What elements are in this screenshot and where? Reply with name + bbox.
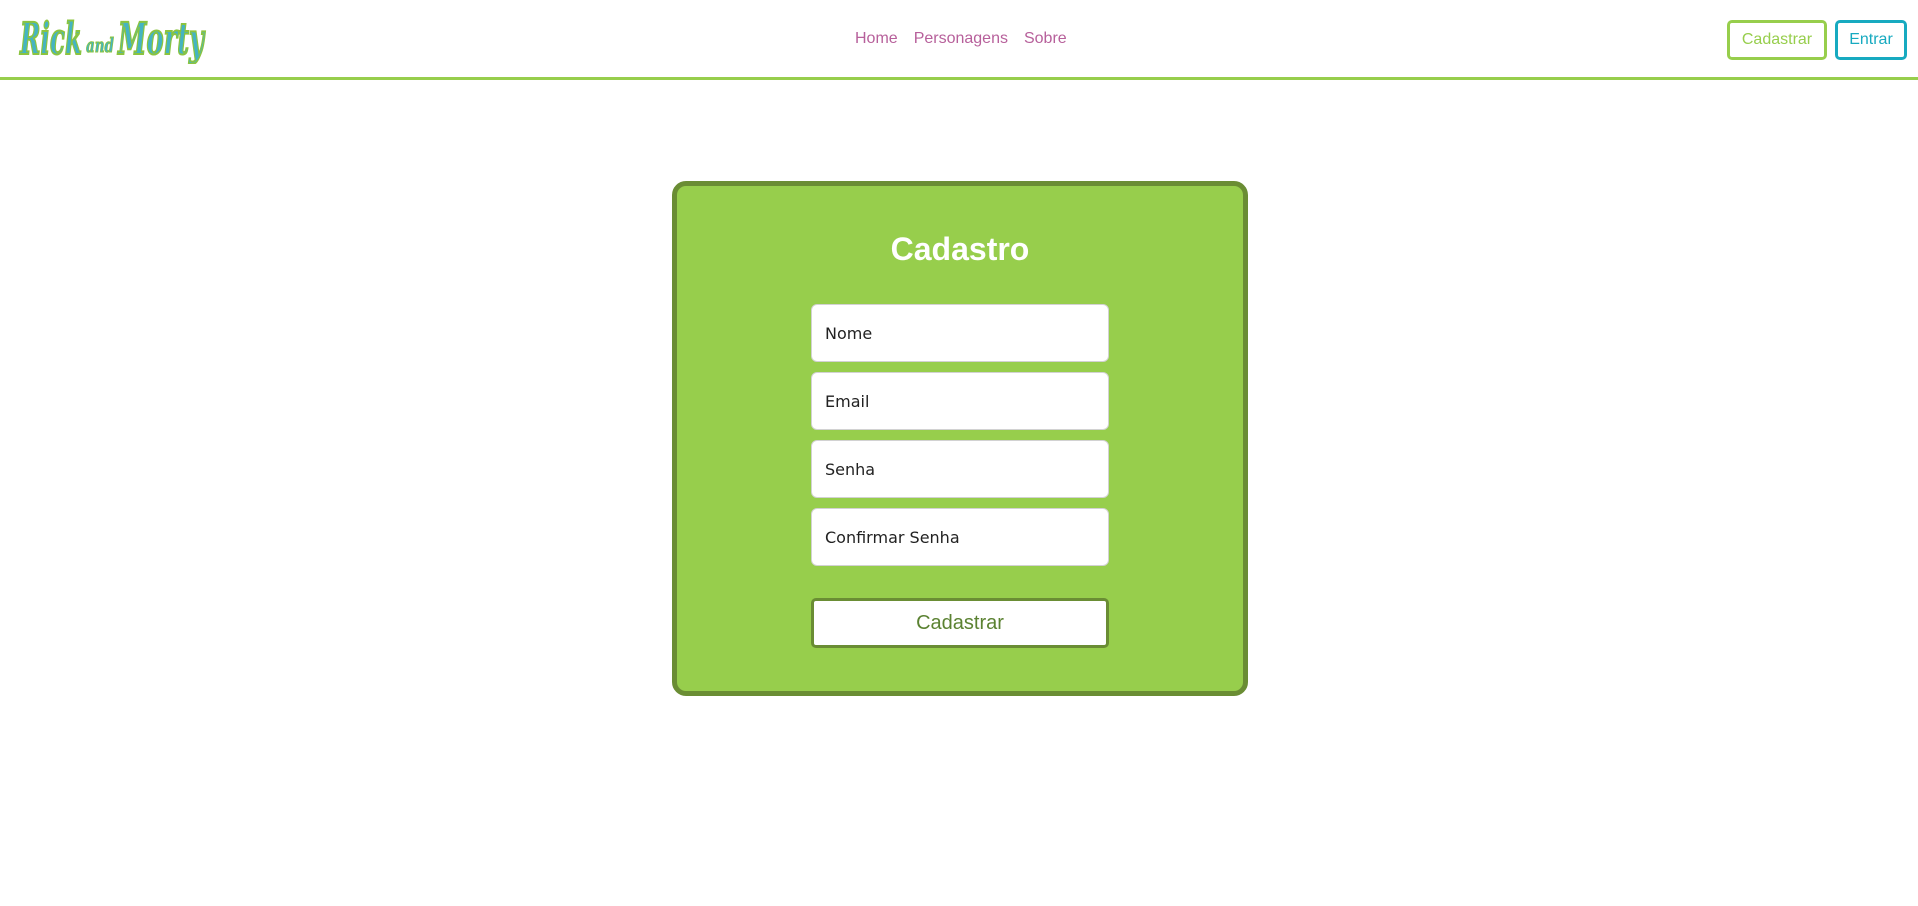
signup-button[interactable]: Cadastrar bbox=[1727, 20, 1827, 60]
nav-link-personagens[interactable]: Personagens bbox=[914, 30, 1008, 48]
submit-signup-button[interactable]: Cadastrar bbox=[811, 598, 1109, 648]
confirm-password-field[interactable] bbox=[811, 508, 1109, 566]
rick-and-morty-logo[interactable]: Rick and Morty bbox=[18, 6, 208, 64]
nav-link-sobre[interactable]: Sobre bbox=[1024, 30, 1067, 48]
signup-card: Cadastro Cadastrar bbox=[672, 181, 1248, 696]
nav-link-home[interactable]: Home bbox=[855, 30, 898, 48]
email-field[interactable] bbox=[811, 372, 1109, 430]
login-button[interactable]: Entrar bbox=[1835, 20, 1907, 60]
top-navbar: Rick and Morty Home Personagens Sobre Ca… bbox=[0, 0, 1918, 80]
svg-text:Morty: Morty bbox=[117, 14, 206, 64]
form-title: Cadastro bbox=[890, 231, 1030, 267]
password-field[interactable] bbox=[811, 440, 1109, 498]
svg-text:Rick: Rick bbox=[19, 14, 82, 64]
main-nav: Home Personagens Sobre bbox=[855, 30, 1067, 48]
name-field[interactable] bbox=[811, 304, 1109, 362]
svg-text:and: and bbox=[86, 33, 114, 57]
